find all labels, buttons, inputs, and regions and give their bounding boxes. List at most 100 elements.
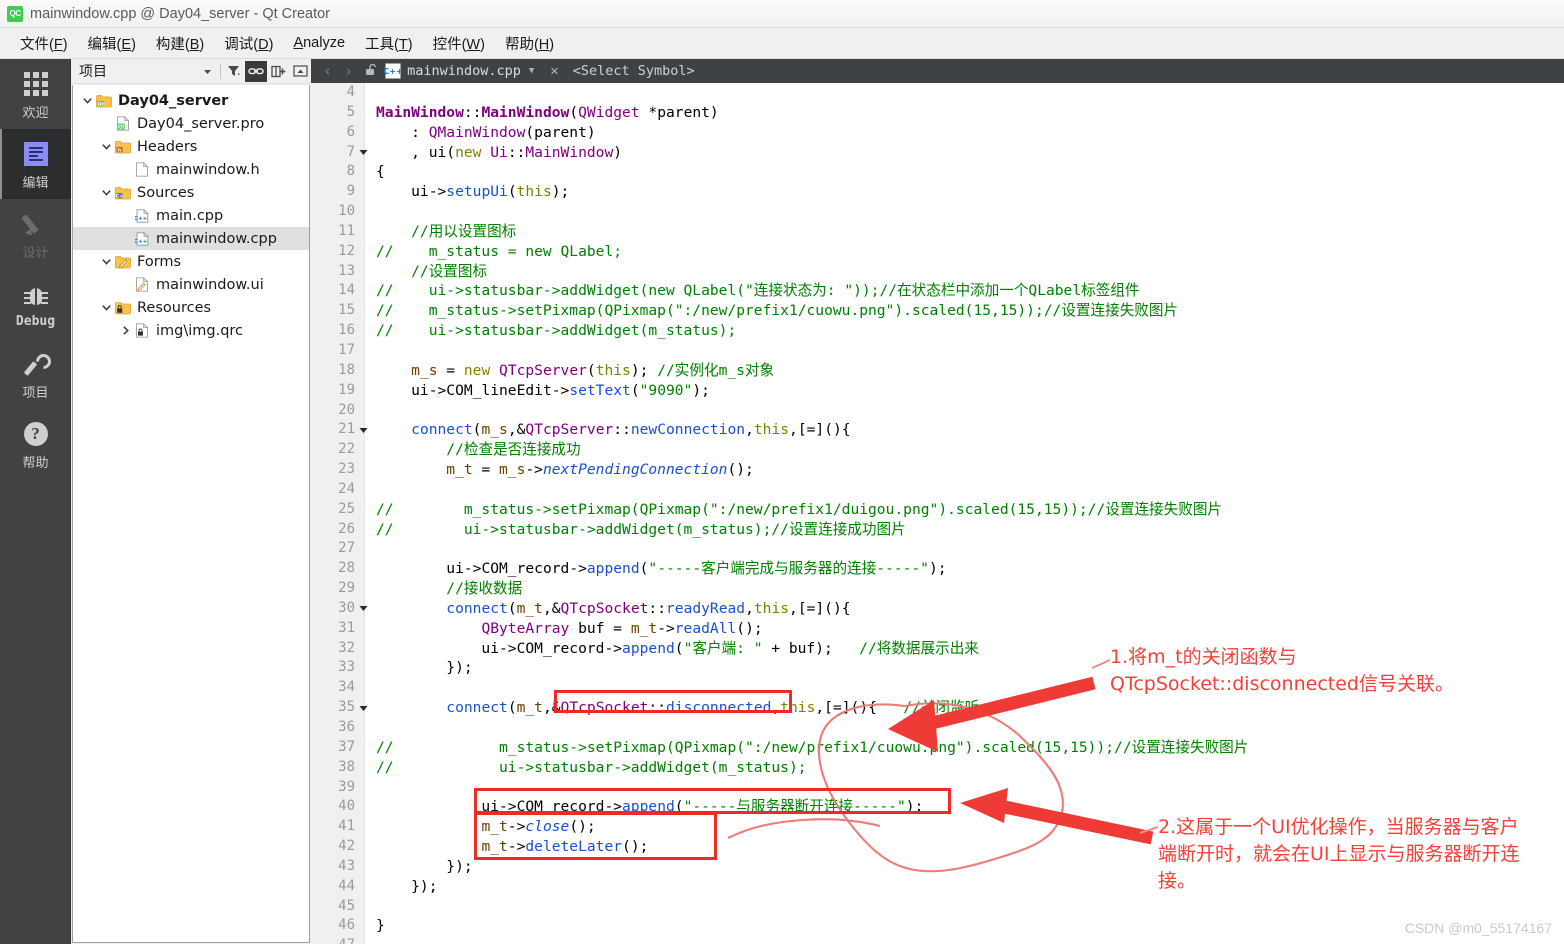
code-line[interactable]: 19 ui->COM_lineEdit->setText("9090");: [311, 381, 1564, 401]
tree-item-label: Sources: [137, 185, 194, 201]
code-line[interactable]: 31 QByteArray buf = m_t->readAll();: [311, 619, 1564, 639]
code-line[interactable]: 28 ui->COM_record->append("-----客户端完成与服务…: [311, 559, 1564, 579]
menu-file[interactable]: 文件(F): [10, 30, 78, 57]
chevron-down-icon[interactable]: [196, 61, 218, 82]
code-line[interactable]: 8{: [311, 162, 1564, 182]
code-line[interactable]: 9 ui->setupUi(this);: [311, 182, 1564, 202]
open-file-name[interactable]: mainwindow.cpp: [407, 63, 521, 79]
project-panel-title: 项目: [79, 61, 107, 81]
tree-item-mainwindow-cpp[interactable]: C++ mainwindow.cpp: [73, 227, 309, 250]
code-line[interactable]: 25// m_status->setPixmap(QPixmap(":/new/…: [311, 500, 1564, 520]
menu-edit[interactable]: 编辑(E): [78, 30, 146, 57]
navigate-forward-icon[interactable]: ›: [338, 62, 359, 80]
mode-button-edit[interactable]: 编辑: [0, 129, 71, 199]
code-line[interactable]: 5MainWindow::MainWindow(QWidget *parent): [311, 103, 1564, 123]
code-line[interactable]: 36: [311, 718, 1564, 738]
code-line[interactable]: 45: [311, 897, 1564, 917]
code-line[interactable]: 20: [311, 401, 1564, 421]
menu-analyze[interactable]: Analyze: [283, 32, 355, 54]
code-line[interactable]: 27: [311, 539, 1564, 559]
line-number: 14: [311, 281, 355, 301]
close-icon[interactable]: ✕: [542, 63, 566, 79]
chevron-down-icon[interactable]: ▼: [521, 66, 542, 76]
code-line[interactable]: 38// ui->statusbar->addWidget(m_status);: [311, 758, 1564, 778]
mode-button-help[interactable]: ? 帮助: [0, 409, 71, 479]
menu-widgets[interactable]: 控件(W): [423, 30, 495, 57]
code-line[interactable]: 6 : QMainWindow(parent): [311, 123, 1564, 143]
tree-item-day04_server[interactable]: Qt Day04_server: [73, 89, 309, 112]
code-line[interactable]: 18 m_s = new QTcpServer(this); //实例化m_s对…: [311, 361, 1564, 381]
mode-button-design[interactable]: 设计: [0, 199, 71, 269]
chevron-down-icon[interactable]: [98, 256, 114, 267]
question-mark-icon: ?: [24, 417, 48, 451]
code-line[interactable]: 13 //设置图标: [311, 262, 1564, 282]
tree-item-img-img-qrc[interactable]: img\img.qrc: [73, 319, 309, 342]
code-line[interactable]: 22 //检查是否连接成功: [311, 440, 1564, 460]
split-add-icon[interactable]: [267, 61, 289, 82]
code-line[interactable]: 17: [311, 341, 1564, 361]
link-icon[interactable]: [245, 61, 267, 82]
fold-marker-icon[interactable]: [355, 704, 371, 713]
mode-button-projects[interactable]: 项目: [0, 339, 71, 409]
code-line[interactable]: 37// m_status->setPixmap(QPixmap(":/new/…: [311, 738, 1564, 758]
chevron-right-icon[interactable]: [117, 325, 133, 336]
svg-text:Qt: Qt: [97, 101, 104, 107]
code-line[interactable]: 46}: [311, 916, 1564, 936]
fold-marker-icon[interactable]: [355, 426, 371, 435]
code-line[interactable]: 26// ui->statusbar->addWidget(m_status);…: [311, 520, 1564, 540]
symbol-selector[interactable]: <Select Symbol>: [567, 63, 695, 79]
chevron-down-icon[interactable]: [79, 95, 95, 106]
code-line[interactable]: 30 connect(m_t,&QTcpSocket::readyRead,th…: [311, 599, 1564, 619]
tree-item-sources[interactable]: C+ Sources: [73, 181, 309, 204]
chevron-down-icon[interactable]: [98, 141, 114, 152]
mode-label-help: 帮助: [22, 452, 48, 471]
ui-file-icon: [133, 277, 151, 292]
fold-marker-icon[interactable]: [355, 604, 371, 613]
code-text: //检查是否连接成功: [371, 440, 581, 460]
code-line[interactable]: 4: [311, 83, 1564, 103]
code-line[interactable]: 23 m_t = m_s->nextPendingConnection();: [311, 460, 1564, 480]
line-number: 44: [311, 877, 355, 897]
fold-marker-icon[interactable]: [355, 148, 371, 157]
line-number: 17: [311, 341, 355, 361]
line-number: 15: [311, 301, 355, 321]
menu-build[interactable]: 构建(B): [146, 30, 214, 57]
code-text: // ui->statusbar->addWidget(new QLabel("…: [371, 281, 1140, 301]
code-line[interactable]: 11 //用以设置图标: [311, 222, 1564, 242]
menu-help[interactable]: 帮助(H): [495, 30, 564, 57]
code-line[interactable]: 7 , ui(new Ui::MainWindow): [311, 143, 1564, 163]
mode-label-edit: 编辑: [22, 172, 48, 191]
chevron-down-icon[interactable]: [98, 302, 114, 313]
code-line[interactable]: 14 // ui->statusbar->addWidget(new QLabel…: [311, 281, 1564, 301]
code-line[interactable]: 15// m_status->setPixmap(QPixmap(":/new/…: [311, 301, 1564, 321]
minimize-icon[interactable]: [289, 61, 311, 82]
mode-button-welcome[interactable]: 欢迎: [0, 59, 71, 129]
tree-item-mainwindow-h[interactable]: mainwindow.h: [73, 158, 309, 181]
tree-item-day04_server-pro[interactable]: Qt Day04_server.pro: [73, 112, 309, 135]
tree-item-headers[interactable]: h Headers: [73, 135, 309, 158]
tree-item-mainwindow-ui[interactable]: mainwindow.ui: [73, 273, 309, 296]
navigate-back-icon[interactable]: ‹: [317, 62, 338, 80]
code-line[interactable]: 12// m_status = new QLabel;: [311, 242, 1564, 262]
project-tree[interactable]: Qt Day04_server Qt Day04_server.pro h He…: [72, 85, 310, 943]
mode-button-debug[interactable]: Debug: [0, 269, 71, 339]
code-text: m_s = new QTcpServer(this); //实例化m_s对象: [371, 361, 774, 381]
menu-tools[interactable]: 工具(T): [355, 30, 423, 57]
code-line[interactable]: 47: [311, 936, 1564, 944]
tree-item-resources[interactable]: Resources: [73, 296, 309, 319]
code-line[interactable]: 35 connect(m_t,&QTcpSocket::disconnected…: [311, 698, 1564, 718]
code-line[interactable]: 24: [311, 480, 1564, 500]
tree-item-main-cpp[interactable]: C++ main.cpp: [73, 204, 309, 227]
code-line[interactable]: 10: [311, 202, 1564, 222]
filter-icon[interactable]: [223, 61, 245, 82]
line-number: 41: [311, 817, 355, 837]
code-line[interactable]: 29 //接收数据: [311, 579, 1564, 599]
unlocked-padlock-icon[interactable]: [359, 63, 383, 80]
tree-item-forms[interactable]: Forms: [73, 250, 309, 273]
code-text: QByteArray buf = m_t->readAll();: [371, 619, 763, 639]
qt-creator-window: QC mainwindow.cpp @ Day04_server - Qt Cr…: [0, 0, 1564, 944]
code-line[interactable]: 16// ui->statusbar->addWidget(m_status);: [311, 321, 1564, 341]
menu-debug[interactable]: 调试(D): [214, 30, 283, 57]
chevron-down-icon[interactable]: [98, 187, 114, 198]
code-line[interactable]: 21 connect(m_s,&QTcpServer::newConnectio…: [311, 420, 1564, 440]
